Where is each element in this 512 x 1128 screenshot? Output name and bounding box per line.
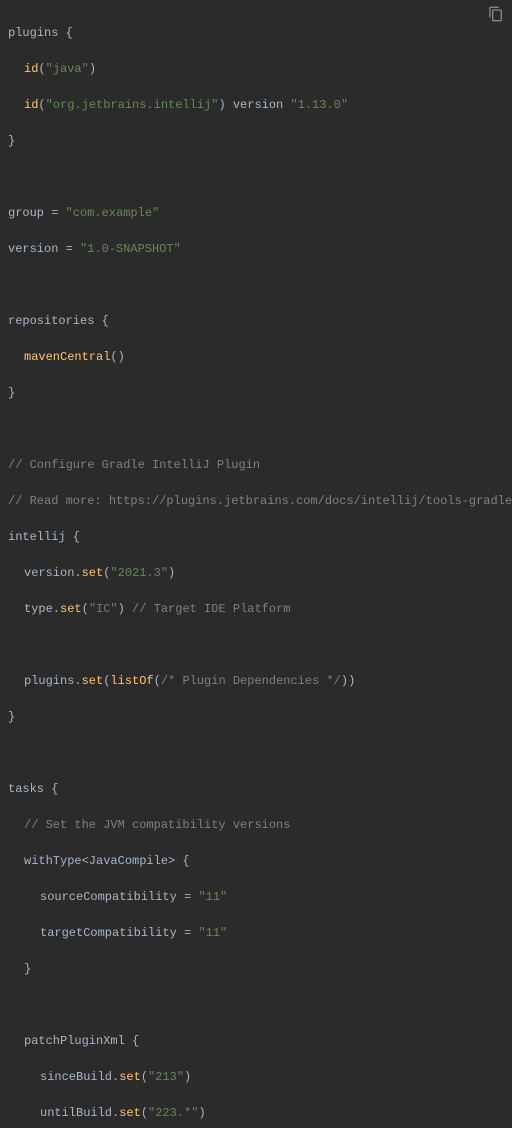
blank-line (8, 744, 504, 762)
blank-line (8, 420, 504, 438)
fn-set: set (82, 674, 104, 688)
comment: // Target IDE Platform (125, 602, 291, 616)
keyword-patchpluginxml: patchPluginXml (24, 1034, 125, 1048)
fn-set: set (82, 566, 104, 580)
code-line: plugins { (8, 24, 504, 42)
fn-mavencentral: mavenCentral (24, 350, 110, 364)
code-line: repositories { (8, 312, 504, 330)
code-line: mavenCentral() (8, 348, 504, 366)
code-line: withType<JavaCompile> { (8, 852, 504, 870)
code-line: tasks { (8, 780, 504, 798)
blank-line (8, 168, 504, 186)
code-line: untilBuild.set("223.*") (8, 1104, 504, 1122)
code-line: } (8, 132, 504, 150)
fn-id: id (24, 62, 38, 76)
fn-withtype: withType (24, 854, 82, 868)
keyword-plugins: plugins (8, 26, 58, 40)
code-line: patchPluginXml { (8, 1032, 504, 1050)
code-line: intellij { (8, 528, 504, 546)
code-line: id("org.jetbrains.intellij") version "1.… (8, 96, 504, 114)
fn-set: set (119, 1070, 141, 1084)
code-line: // Configure Gradle IntelliJ Plugin (8, 456, 504, 474)
code-line: } (8, 960, 504, 978)
fn-listof: listOf (110, 674, 153, 688)
blank-line (8, 996, 504, 1014)
comment: /* Plugin Dependencies */ (161, 674, 341, 688)
fn-id: id (24, 98, 38, 112)
keyword-intellij: intellij (8, 530, 66, 544)
code-line: group = "com.example" (8, 204, 504, 222)
code-line: version = "1.0-SNAPSHOT" (8, 240, 504, 258)
code-line: // Set the JVM compatibility versions (8, 816, 504, 834)
code-line: targetCompatibility = "11" (8, 924, 504, 942)
code-line: type.set("IC") // Target IDE Platform (8, 600, 504, 618)
fn-set: set (60, 602, 82, 616)
code-block: plugins { id("java") id("org.jetbrains.i… (0, 0, 512, 1128)
keyword-repositories: repositories (8, 314, 94, 328)
code-line: id("java") (8, 60, 504, 78)
fn-set: set (119, 1106, 141, 1120)
keyword-tasks: tasks (8, 782, 44, 796)
code-line: } (8, 708, 504, 726)
comment: // Configure Gradle IntelliJ Plugin (8, 458, 260, 472)
comment: // Set the JVM compatibility versions (24, 818, 290, 832)
code-line: } (8, 384, 504, 402)
code-line: sinceBuild.set("213") (8, 1068, 504, 1086)
comment: // Read more: https://plugins.jetbrains.… (8, 494, 512, 508)
code-line: version.set("2021.3") (8, 564, 504, 582)
code-line: // Read more: https://plugins.jetbrains.… (8, 492, 504, 510)
code-line: sourceCompatibility = "11" (8, 888, 504, 906)
blank-line (8, 276, 504, 294)
copy-icon[interactable] (488, 6, 504, 22)
code-line: plugins.set(listOf(/* Plugin Dependencie… (8, 672, 504, 690)
blank-line (8, 636, 504, 654)
